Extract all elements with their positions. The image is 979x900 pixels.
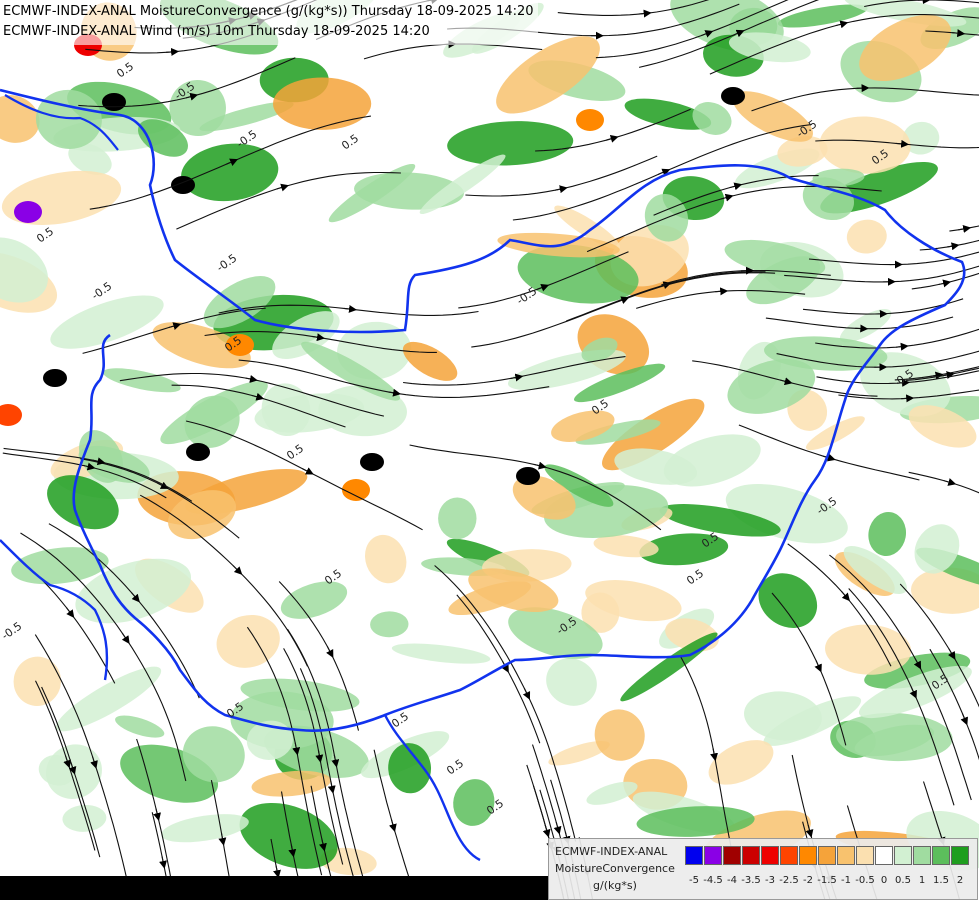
field-core [360, 453, 384, 471]
bottom-strip [0, 876, 548, 900]
legend-swatch [837, 846, 855, 865]
legend-tick: -3 [765, 875, 775, 886]
legend-tick: -3.5 [741, 875, 761, 886]
legend-swatch [723, 846, 741, 865]
field-core [342, 479, 370, 501]
legend-tick: -2 [803, 875, 813, 886]
legend-tick: 0.5 [895, 875, 911, 886]
legend-tick: -4.5 [703, 875, 723, 886]
legend-swatch [856, 846, 874, 865]
legend-swatch [875, 846, 893, 865]
field-core [186, 443, 210, 461]
legend-tick: -0.5 [855, 875, 875, 886]
legend-tick: 1.5 [933, 875, 949, 886]
legend-swatch [704, 846, 722, 865]
field-core [721, 87, 745, 105]
field-patch [273, 77, 372, 130]
legend-swatch [951, 846, 969, 865]
legend-swatch [761, 846, 779, 865]
legend-swatch [894, 846, 912, 865]
title-moisture-convergence: ECMWF-INDEX-ANAL MoistureConvergence (g/… [3, 4, 534, 19]
legend-tick: -2.5 [779, 875, 799, 886]
legend-tick: -5 [689, 875, 699, 886]
legend-unit: g/(kg*s) [593, 879, 637, 892]
title-box: ECMWF-INDEX-ANAL MoistureConvergence (g/… [0, 0, 538, 45]
legend-tick: -1 [841, 875, 851, 886]
legend-swatch [932, 846, 950, 865]
legend-tick: 0 [880, 875, 888, 886]
wind-arrowhead [166, 47, 180, 56]
legend-swatch [818, 846, 836, 865]
legend-tick-labels: -5 -4.5 -4 -3.5 -3 -2.5 -2 -1.5 -1 -0.5 0 0.5 1 1.5 2 [685, 875, 970, 889]
field-core [576, 109, 604, 131]
field-core [43, 369, 67, 387]
wind-arrowhead [715, 287, 729, 296]
legend-swatch [780, 846, 798, 865]
title-wind: ECMWF-INDEX-ANAL Wind (m/s) 10m Thursday… [3, 24, 430, 39]
legend-swatch [685, 846, 703, 865]
field-core [516, 467, 540, 485]
legend-color-scale [685, 846, 970, 865]
legend-panel: ECMWF-INDEX-ANAL MoistureConvergence g/(… [548, 838, 978, 900]
legend-model: ECMWF-INDEX-ANAL [555, 845, 668, 858]
legend-tick: 2 [956, 875, 964, 886]
weather-map: -0.5 0.5 -0.5 0.5 -0.5 0.5 -0.5 0.5 0.5 -0.5 0.5 0.… [0, 0, 979, 900]
legend-parameter: MoistureConvergence [555, 862, 675, 875]
legend-tick: -4 [727, 875, 737, 886]
legend-tick: -1.5 [817, 875, 837, 886]
map-canvas: -0.50.5-0.5 0.5-0.50.5-0.50.50.5-0.50.50.… [0, 0, 979, 900]
legend-swatch [799, 846, 817, 865]
wind-arrowhead [901, 394, 915, 403]
field-core [14, 201, 42, 223]
field-core [102, 93, 126, 111]
legend-tick: 1 [918, 875, 926, 886]
legend-swatch [913, 846, 931, 865]
legend-swatch [742, 846, 760, 865]
